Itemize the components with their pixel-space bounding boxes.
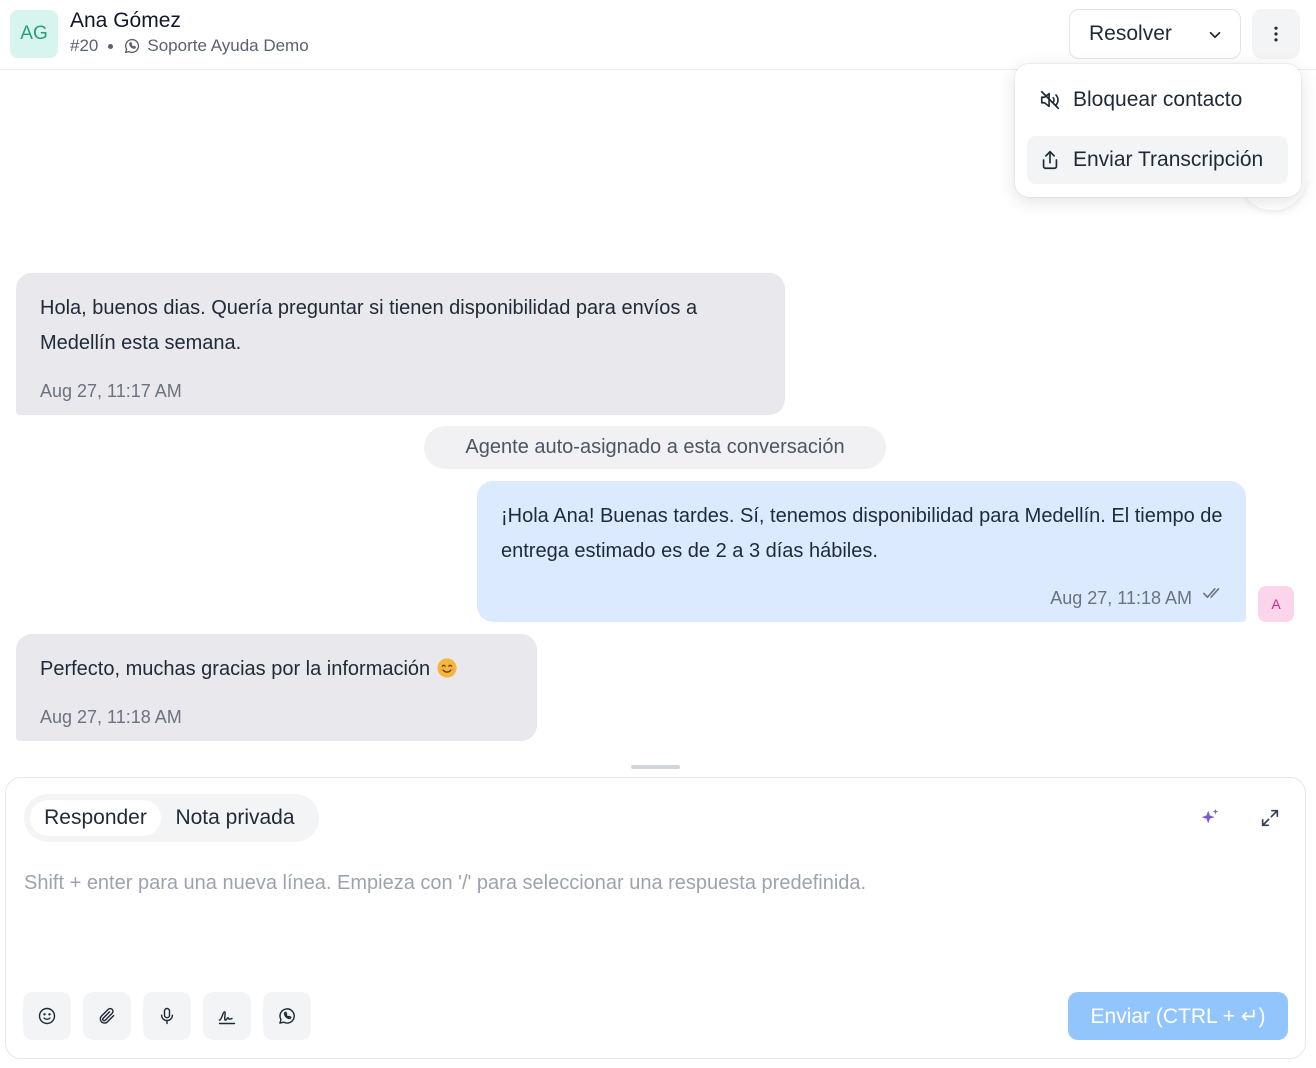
message-timestamp: Aug 27, 11:18 AM (40, 707, 182, 727)
share-icon (1042, 150, 1058, 170)
signature-icon (218, 1011, 236, 1025)
reply-mode-tabs: Responder Nota privada (24, 794, 319, 842)
ai-sparkle-icon[interactable] (1199, 807, 1221, 829)
more-options-button[interactable] (1252, 9, 1300, 59)
tab-private-note[interactable]: Nota privada (164, 800, 306, 836)
mute-icon (1040, 90, 1060, 110)
microphone-icon (160, 1007, 174, 1025)
audio-record-button[interactable] (143, 992, 191, 1040)
reply-composer: Responder Nota privada Enviar (CTRL + ↵) (5, 777, 1306, 1059)
menu-item-label: Bloquear contacto (1073, 88, 1243, 111)
message-outgoing[interactable]: ¡Hola Ana! Buenas tardes. Sí, tenemos di… (477, 481, 1246, 622)
conversation-meta: #20 Soporte Ayuda Demo (70, 36, 309, 56)
expand-icon[interactable] (1259, 807, 1281, 829)
message-incoming[interactable]: Perfecto, muchas gracias por la informac… (16, 634, 537, 741)
attachment-button[interactable] (83, 992, 131, 1040)
more-vertical-icon (1274, 26, 1278, 42)
emoji-icon (38, 1007, 56, 1025)
resize-handle[interactable] (631, 765, 680, 769)
message-text-wrapper: Perfecto, muchas gracias por la informac… (40, 652, 458, 687)
signature-button[interactable] (203, 992, 251, 1040)
attachment-icon (99, 1007, 115, 1024)
message-timestamp: Aug 27, 11:18 AM (1050, 588, 1192, 608)
menu-item-label: Enviar Transcripción (1073, 148, 1264, 171)
options-menu: Bloquear contacto Enviar Transcripción (1015, 64, 1301, 197)
reply-input[interactable] (24, 872, 1284, 962)
message-incoming[interactable]: Hola, buenos dias. Quería preguntar si t… (16, 273, 785, 415)
activity-message: Agente auto-asignado a esta conversación (424, 426, 886, 469)
chevron-down-icon[interactable] (1206, 26, 1224, 44)
menu-item-block-contact[interactable]: Bloquear contacto (1027, 76, 1288, 124)
whatsapp-icon (279, 1008, 295, 1024)
resolve-button[interactable]: Resolver (1069, 9, 1241, 59)
resolve-label: Resolver (1089, 22, 1172, 45)
double-check-icon (1203, 588, 1220, 598)
inbox-name: Soporte Ayuda Demo (147, 36, 309, 55)
contact-avatar[interactable]: AG (10, 10, 58, 58)
tab-reply[interactable]: Responder (30, 800, 161, 836)
message-text: Perfecto, muchas gracias por la informac… (40, 658, 431, 680)
emoji-button[interactable] (23, 992, 71, 1040)
conversation-id: #20 (70, 36, 99, 55)
contact-name[interactable]: Ana Gómez (70, 9, 181, 33)
send-button[interactable]: Enviar (CTRL + ↵) (1068, 992, 1288, 1040)
message-timestamp: Aug 27, 11:17 AM (40, 381, 182, 401)
message-text: Hola, buenos dias. Quería preguntar si t… (40, 297, 698, 354)
agent-avatar[interactable]: A (1258, 586, 1294, 622)
message-text: ¡Hola Ana! Buenas tardes. Sí, tenemos di… (501, 505, 1223, 562)
whatsapp-icon (125, 38, 140, 54)
whatsapp-template-button[interactable] (263, 992, 311, 1040)
conversation-header: AG Ana Gómez #20 Soporte Ayuda Demo Reso… (0, 0, 1316, 70)
menu-item-send-transcript[interactable]: Enviar Transcripción (1027, 136, 1288, 184)
separator-dot (108, 43, 114, 49)
smiling-face-emoji-icon (437, 658, 457, 678)
